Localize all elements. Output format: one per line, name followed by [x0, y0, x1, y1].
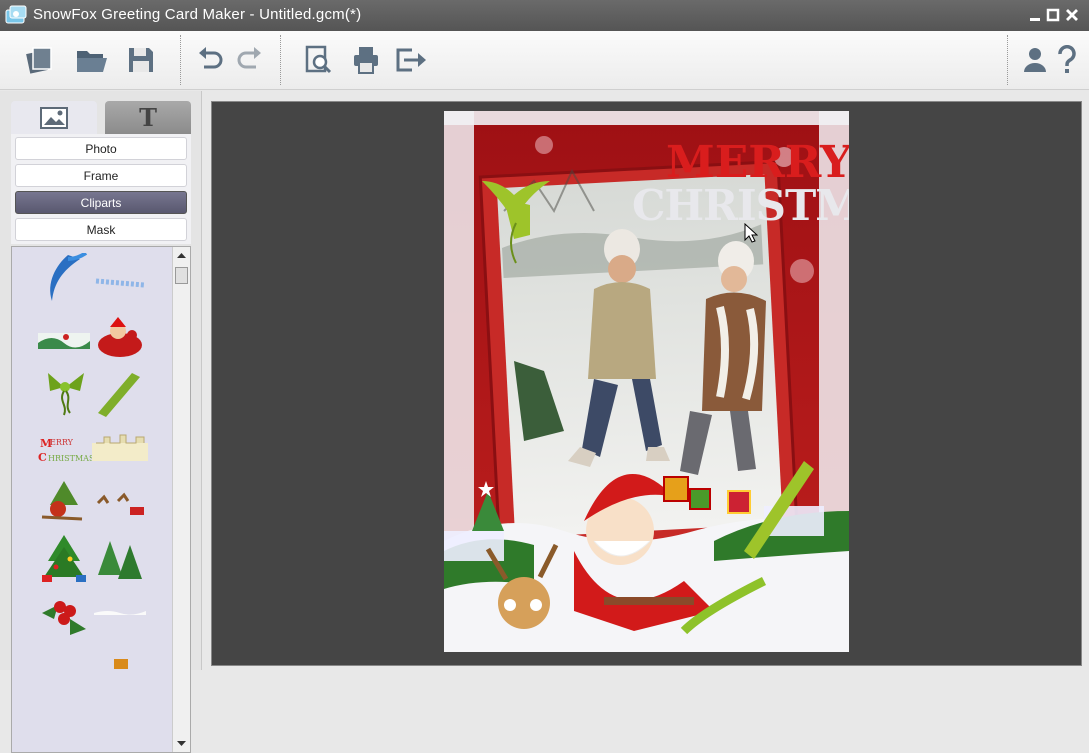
- clipart-green-ribbon[interactable]: [92, 367, 148, 417]
- redo-button[interactable]: [231, 41, 269, 79]
- card-greeting-line2-text: CHRISTMAS: [632, 181, 849, 230]
- user-icon: [1024, 48, 1046, 72]
- text-tab-label: T: [139, 103, 157, 132]
- clipart-christmas-tree[interactable]: [36, 533, 92, 583]
- window-title: SnowFox Greeting Card Maker - Untitled.g…: [33, 6, 362, 23]
- export-icon: [396, 48, 426, 72]
- toolbar-separator: [280, 35, 281, 85]
- greeting-card[interactable]: MERRY CHRISTMAS: [444, 111, 849, 652]
- scroll-thumb[interactable]: [175, 267, 188, 284]
- export-button[interactable]: [392, 41, 430, 79]
- toolbar: [0, 31, 1089, 90]
- close-button[interactable]: [1063, 6, 1081, 24]
- redo-icon: [237, 47, 261, 69]
- category-list: Photo Frame Cliparts Mask: [11, 134, 191, 244]
- new-card-icon: [26, 47, 52, 74]
- tab-text[interactable]: T: [105, 101, 191, 134]
- svg-text:HRISTMAS: HRISTMAS: [48, 454, 92, 463]
- clipart-green-bow[interactable]: [38, 367, 94, 417]
- mouse-cursor-icon: [744, 223, 758, 243]
- clipart-winter-banner[interactable]: [36, 319, 92, 369]
- minimize-button[interactable]: [1026, 6, 1044, 24]
- svg-text:C: C: [38, 451, 47, 464]
- category-photo[interactable]: Photo: [15, 137, 187, 160]
- print-button[interactable]: [347, 41, 385, 79]
- svg-text:ERRY: ERRY: [50, 438, 74, 447]
- clipart-gift-partial[interactable]: [92, 643, 148, 693]
- clipart-merry-christmas-text[interactable]: MERRYC HRISTMAS: [36, 427, 92, 477]
- clipart-santa-sleigh[interactable]: [92, 313, 148, 363]
- preview-button[interactable]: [300, 41, 338, 79]
- clipart-blue-ribbon[interactable]: [38, 253, 94, 303]
- toolbar-separator: [1007, 35, 1008, 85]
- picture-icon: [40, 106, 68, 129]
- tab-image[interactable]: [11, 101, 97, 134]
- scroll-up-icon[interactable]: [177, 252, 186, 258]
- clipart-snowy-town[interactable]: [92, 427, 148, 477]
- printer-icon: [354, 47, 378, 74]
- new-card-button[interactable]: [21, 41, 59, 79]
- save-icon: [129, 48, 153, 72]
- undo-icon: [199, 47, 223, 69]
- category-mask[interactable]: Mask: [15, 218, 187, 241]
- preview-icon: [305, 45, 332, 74]
- card-canvas-area: MERRY CHRISTMAS: [211, 101, 1082, 666]
- help-button[interactable]: [1048, 41, 1086, 79]
- clipart-blue-text[interactable]: [92, 263, 148, 313]
- clipart-pine-trees[interactable]: [92, 535, 148, 585]
- clipart-sleigh-reindeer[interactable]: [92, 483, 148, 533]
- undo-button[interactable]: [191, 41, 229, 79]
- maximize-button[interactable]: [1044, 6, 1062, 24]
- clipart-gallery: M ERRY C HRISTMAS: [11, 246, 191, 753]
- clipart-reindeer-tree[interactable]: [36, 477, 92, 527]
- card-greeting-line2[interactable]: CHRISTMAS: [632, 181, 849, 230]
- category-frame[interactable]: Frame: [15, 164, 187, 187]
- save-button[interactable]: [122, 41, 160, 79]
- toolbar-separator: [180, 35, 181, 85]
- scroll-down-icon[interactable]: [177, 741, 186, 747]
- category-cliparts[interactable]: Cliparts: [15, 191, 187, 214]
- left-panel: T Photo Frame Cliparts Mask M ERRY C HRISTM…: [0, 91, 202, 753]
- open-button[interactable]: [73, 41, 111, 79]
- clipart-scrollbar[interactable]: [172, 247, 190, 752]
- clipart-holly[interactable]: [36, 589, 92, 639]
- app-icon: [5, 5, 27, 24]
- folder-open-icon: [77, 51, 107, 72]
- help-icon: [1058, 45, 1076, 73]
- title-bar: SnowFox Greeting Card Maker - Untitled.g…: [0, 0, 1089, 31]
- clipart-snow-line[interactable]: [92, 591, 148, 641]
